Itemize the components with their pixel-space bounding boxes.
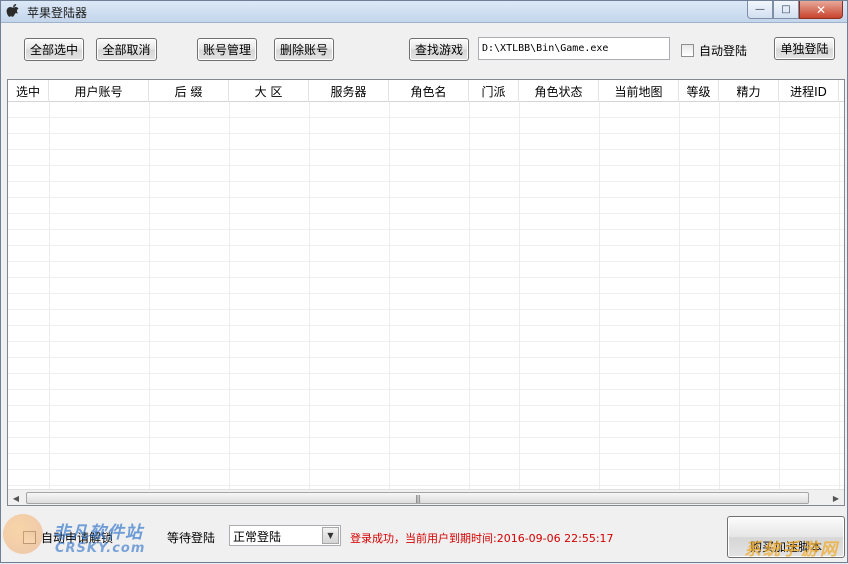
table-body[interactable] — [8, 102, 844, 491]
status-message: 登录成功，当前用户到期时间:2016-09-06 22:55:17 — [350, 532, 614, 545]
grid-line — [599, 102, 600, 491]
horizontal-scrollbar[interactable]: ◀ ||| ▶ — [8, 489, 844, 505]
scroll-thumb[interactable]: ||| — [26, 492, 809, 504]
grid-line — [309, 102, 310, 491]
app-window: 苹果登陆器 — □ ✕ 全部选中 全部取消 账号管理 删除账号 查找游戏 D:\… — [0, 0, 848, 563]
grid-line — [839, 102, 840, 491]
minimize-icon: — — [755, 4, 765, 15]
auto-login-checkbox[interactable]: 自动登陆 — [681, 42, 747, 59]
grip-icon: ||| — [414, 493, 421, 503]
grid-line — [719, 102, 720, 491]
window-title: 苹果登陆器 — [27, 6, 88, 20]
maximize-icon: □ — [781, 4, 791, 15]
select-all-button[interactable]: 全部选中 — [24, 38, 84, 61]
grid-line — [389, 102, 390, 491]
column-header-energy[interactable]: 精力 — [719, 80, 779, 102]
login-mode-value: 正常登陆 — [233, 530, 282, 544]
grid-line — [49, 102, 50, 491]
minimize-button[interactable]: — — [747, 1, 773, 19]
column-header-role-status[interactable]: 角色状态 — [519, 80, 599, 102]
login-mode-select[interactable]: 正常登陆 ▼ — [229, 525, 341, 546]
account-manage-button[interactable]: 账号管理 — [197, 38, 257, 61]
scroll-left-icon[interactable]: ◀ — [8, 490, 24, 505]
table-header: 选中 用户账号 后 缀 大 区 服务器 角色名 门派 角色状态 当前地图 等级 … — [8, 80, 844, 102]
chevron-down-icon[interactable]: ▼ — [322, 527, 339, 544]
deselect-all-button[interactable]: 全部取消 — [96, 38, 157, 61]
maximize-button[interactable]: □ — [773, 1, 799, 19]
scroll-right-icon[interactable]: ▶ — [828, 490, 844, 505]
column-header-process-id[interactable]: 进程ID — [779, 80, 839, 102]
grid-line — [149, 102, 150, 491]
auto-unlock-checkbox[interactable]: 自动申请解锁 — [23, 529, 113, 546]
column-header-suffix[interactable]: 后 缀 — [149, 80, 229, 102]
column-header-sect[interactable]: 门派 — [469, 80, 519, 102]
grid-line — [519, 102, 520, 491]
wait-login-label: 等待登陆 — [167, 531, 216, 545]
grid-line — [469, 102, 470, 491]
auto-unlock-label: 自动申请解锁 — [41, 531, 114, 545]
column-header-account[interactable]: 用户账号 — [49, 80, 149, 102]
column-header-role-name[interactable]: 角色名 — [389, 80, 469, 102]
checkbox-box — [23, 531, 36, 544]
close-icon: ✕ — [815, 2, 827, 17]
column-header-region[interactable]: 大 区 — [229, 80, 309, 102]
delete-account-button[interactable]: 删除账号 — [274, 38, 334, 61]
column-header-level[interactable]: 等级 — [679, 80, 719, 102]
checkbox-box — [681, 44, 694, 57]
grid-line — [679, 102, 680, 491]
column-header-select[interactable]: 选中 — [8, 80, 49, 102]
title-bar[interactable]: 苹果登陆器 — □ ✕ — [1, 1, 847, 23]
column-header-server[interactable]: 服务器 — [309, 80, 389, 102]
find-game-button[interactable]: 查找游戏 — [409, 38, 469, 61]
auto-login-label: 自动登陆 — [699, 44, 748, 58]
account-table[interactable]: 选中 用户账号 后 缀 大 区 服务器 角色名 门派 角色状态 当前地图 等级 … — [7, 79, 845, 506]
close-button[interactable]: ✕ — [799, 1, 843, 19]
game-path-input[interactable]: D:\XTLBB\Bin\Game.exe — [478, 37, 670, 60]
apple-icon — [6, 4, 19, 17]
column-header-current-map[interactable]: 当前地图 — [599, 80, 679, 102]
grid-line — [229, 102, 230, 491]
window-controls: — □ ✕ — [747, 1, 843, 20]
grid-line — [779, 102, 780, 491]
buy-script-button[interactable]: 购买加速脚本 — [727, 516, 845, 558]
single-login-button[interactable]: 单独登陆 — [774, 37, 835, 60]
